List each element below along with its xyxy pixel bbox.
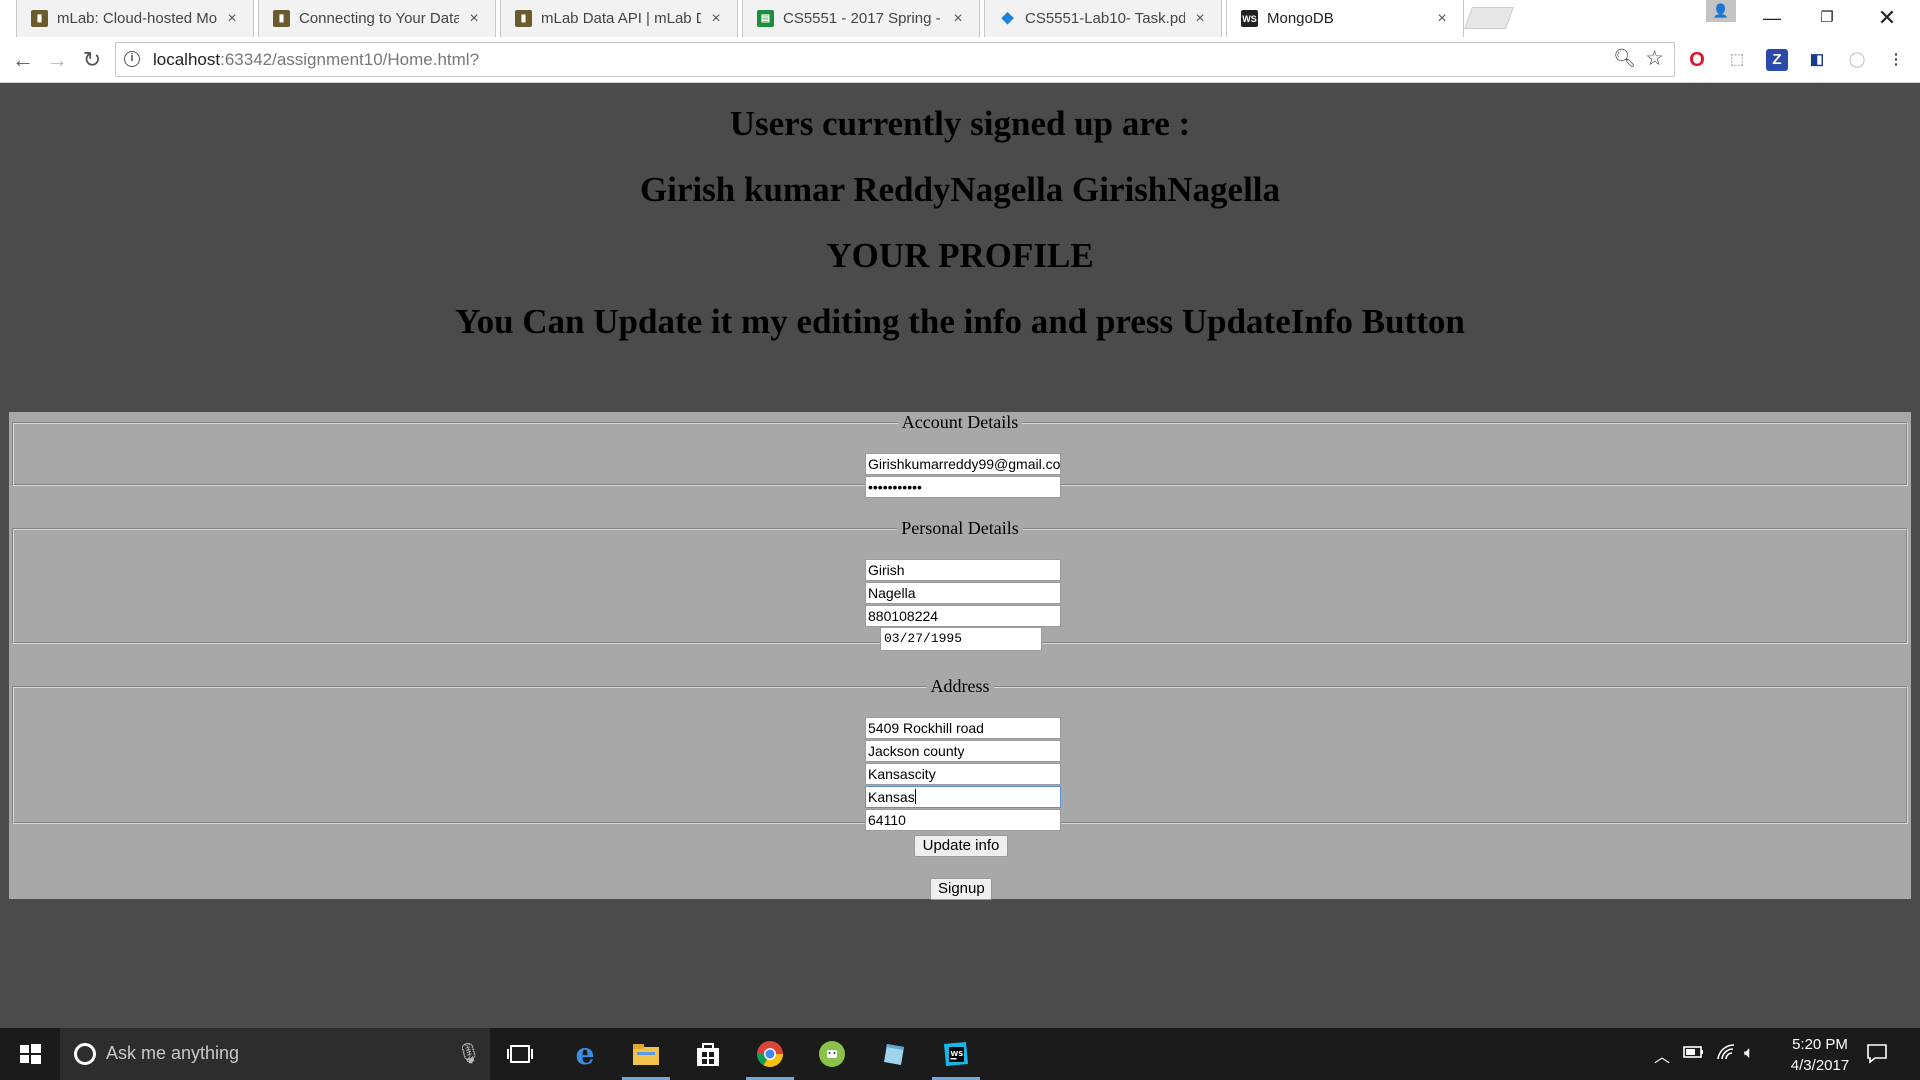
close-icon[interactable]: × xyxy=(1433,10,1451,28)
password-field[interactable]: ••••••••••• xyxy=(865,476,1061,498)
date-of-birth-field[interactable]: 03/27/1995 xyxy=(880,627,1042,651)
url-text[interactable]: localhost:63342/assignment10/Home.html? xyxy=(153,50,479,70)
personal-details-fieldset: Personal Details Girish Nagella 88010822… xyxy=(12,518,1908,651)
bookmark-star-icon[interactable]: ☆ xyxy=(1645,46,1664,71)
volume-icon[interactable]: 🔈︎ xyxy=(1744,1043,1754,1063)
action-center-icon[interactable] xyxy=(1866,1042,1888,1069)
system-clock[interactable]: 5:20 PM 4/3/2017 xyxy=(1770,1034,1870,1076)
user-names-heading: Girish kumar ReddyNagella GirishNagella xyxy=(639,170,1281,209)
zoom-icon[interactable]: 🔍︎ xyxy=(1613,48,1636,69)
state-value: Kansas xyxy=(868,789,915,805)
clock-date: 4/3/2017 xyxy=(1790,1057,1850,1074)
url-path: :63342/assignment10/Home.html? xyxy=(220,50,480,69)
microphone-icon[interactable]: 🎙︎ xyxy=(456,1041,481,1066)
tab-lab-pdf[interactable]: ❖ CS5551-Lab10- Task.pdf × xyxy=(984,0,1222,37)
tab-google-sheets[interactable]: ▤ CS5551 - 2017 Spring - Google Sheets × xyxy=(742,0,980,37)
windows-taskbar: Ask me anything 🎙︎ e WS ︿ 🔈︎ 5:20 PM 4/3… xyxy=(0,1028,1920,1080)
county-field[interactable]: Jackson county xyxy=(865,740,1061,762)
tab-mongodb[interactable]: WS MongoDB × xyxy=(1226,0,1464,37)
windows-logo-icon xyxy=(20,1044,41,1064)
restore-icon[interactable]: ❐ xyxy=(1800,2,1854,34)
account-details-fieldset: Account Details Girishkumarreddy99@gmail… xyxy=(12,412,1908,498)
google-sheets-favicon-icon: ▤ xyxy=(757,10,774,27)
store-icon[interactable] xyxy=(678,1028,738,1080)
address-legend: Address xyxy=(930,676,990,696)
profile-heading: YOUR PROFILE xyxy=(826,236,1094,275)
menu-icon[interactable]: ⋮ xyxy=(1885,49,1907,71)
profile-form: Account Details Girishkumarreddy99@gmail… xyxy=(9,412,1911,900)
wifi-icon[interactable] xyxy=(1716,1043,1736,1066)
tab-title: Connecting to Your Database xyxy=(299,10,459,27)
back-icon[interactable]: ← xyxy=(8,45,38,75)
update-info-button[interactable]: Update info xyxy=(914,835,1008,857)
tab-title: mLab Data API | mLab Documentation xyxy=(541,10,701,27)
text-caret xyxy=(914,789,916,804)
notepad-icon[interactable] xyxy=(864,1028,924,1080)
mlab-favicon-icon: ▮ xyxy=(515,10,532,27)
tab-title: CS5551-Lab10- Task.pdf xyxy=(1025,10,1185,27)
close-icon[interactable]: × xyxy=(707,10,725,28)
profile-icon[interactable]: 👤 xyxy=(1706,0,1736,22)
tab-mlab-cloud[interactable]: ▮ mLab: Cloud-hosted MongoDB × xyxy=(16,0,254,37)
opera-icon[interactable]: O xyxy=(1686,49,1708,71)
start-button[interactable] xyxy=(0,1028,60,1080)
signup-button[interactable]: Signup xyxy=(930,878,992,900)
street-field[interactable]: 5409 Rockhill road xyxy=(865,717,1061,739)
info-icon[interactable]: i xyxy=(124,51,140,67)
browser-toolbar: ← → ↻ i localhost:63342/assignment10/Hom… xyxy=(0,37,1920,83)
close-window-icon[interactable]: ✕ xyxy=(1860,2,1914,34)
tab-mlab-data-api[interactable]: ▮ mLab Data API | mLab Documentation × xyxy=(500,0,738,37)
pdf-icon[interactable]: ⬚ xyxy=(1726,49,1748,71)
phone-field[interactable]: 880108224 xyxy=(865,605,1061,627)
tab-title: MongoDB xyxy=(1267,10,1334,27)
show-hidden-icons-icon[interactable]: ︿ xyxy=(1654,1043,1670,1067)
page-content: Users currently signed up are : Girish k… xyxy=(0,84,1920,1028)
circle-extension-icon[interactable]: ◯ xyxy=(1846,49,1868,71)
zip-field[interactable]: 64110 xyxy=(865,809,1061,831)
file-explorer-icon[interactable] xyxy=(616,1028,676,1080)
battery-icon[interactable] xyxy=(1683,1043,1705,1066)
email-field[interactable]: Girishkumarreddy99@gmail.com xyxy=(865,453,1061,475)
url-host: localhost xyxy=(153,50,221,69)
reload-icon[interactable]: ↻ xyxy=(77,45,107,75)
address-fieldset: Address 5409 Rockhill road Jackson count… xyxy=(12,676,1908,831)
webstorm-favicon-icon: WS xyxy=(1241,10,1258,27)
zotero-icon[interactable]: Z xyxy=(1766,49,1788,71)
android-studio-icon[interactable] xyxy=(802,1028,862,1080)
close-icon[interactable]: × xyxy=(465,10,483,28)
minimize-icon[interactable]: — xyxy=(1745,2,1799,34)
new-tab-button[interactable] xyxy=(1463,7,1515,29)
personal-details-legend: Personal Details xyxy=(901,518,1019,538)
close-icon[interactable]: × xyxy=(949,10,967,28)
forward-icon[interactable]: → xyxy=(42,45,72,75)
chrome-icon[interactable] xyxy=(740,1028,800,1080)
last-name-field[interactable]: Nagella xyxy=(865,582,1061,604)
address-bar[interactable]: i localhost:63342/assignment10/Home.html… xyxy=(115,42,1675,77)
tab-title: CS5551 - 2017 Spring - Google Sheets xyxy=(783,10,943,27)
state-field[interactable]: Kansas xyxy=(865,786,1061,808)
mlab-favicon-icon: ▮ xyxy=(273,10,290,27)
clock-time: 5:20 PM xyxy=(1792,1036,1848,1053)
users-heading: Users currently signed up are : xyxy=(729,104,1191,143)
cortana-search-box[interactable]: Ask me anything 🎙︎ xyxy=(60,1028,490,1080)
dropbox-favicon-icon: ❖ xyxy=(1000,10,1015,28)
city-field[interactable]: Kansascity xyxy=(865,763,1061,785)
extension-icon[interactable]: ◧ xyxy=(1806,49,1828,71)
tab-title: mLab: Cloud-hosted MongoDB xyxy=(57,10,217,27)
task-view-icon[interactable] xyxy=(490,1028,550,1080)
first-name-field[interactable]: Girish xyxy=(865,559,1061,581)
close-icon[interactable]: × xyxy=(223,10,241,28)
mlab-favicon-icon: ▮ xyxy=(31,10,48,27)
account-details-legend: Account Details xyxy=(901,412,1019,432)
webstorm-icon[interactable]: WS xyxy=(926,1028,986,1080)
cortana-icon xyxy=(74,1043,96,1065)
search-placeholder: Ask me anything xyxy=(106,1043,240,1063)
tab-connecting-database[interactable]: ▮ Connecting to Your Database × xyxy=(258,0,496,37)
close-icon[interactable]: × xyxy=(1191,10,1209,28)
update-instructions-heading: You Can Update it my editing the info an… xyxy=(455,302,1465,341)
svg-text:WS: WS xyxy=(951,1050,964,1058)
edge-icon[interactable]: e xyxy=(555,1028,615,1080)
browser-tab-strip: ▮ mLab: Cloud-hosted MongoDB × ▮ Connect… xyxy=(0,0,1920,37)
